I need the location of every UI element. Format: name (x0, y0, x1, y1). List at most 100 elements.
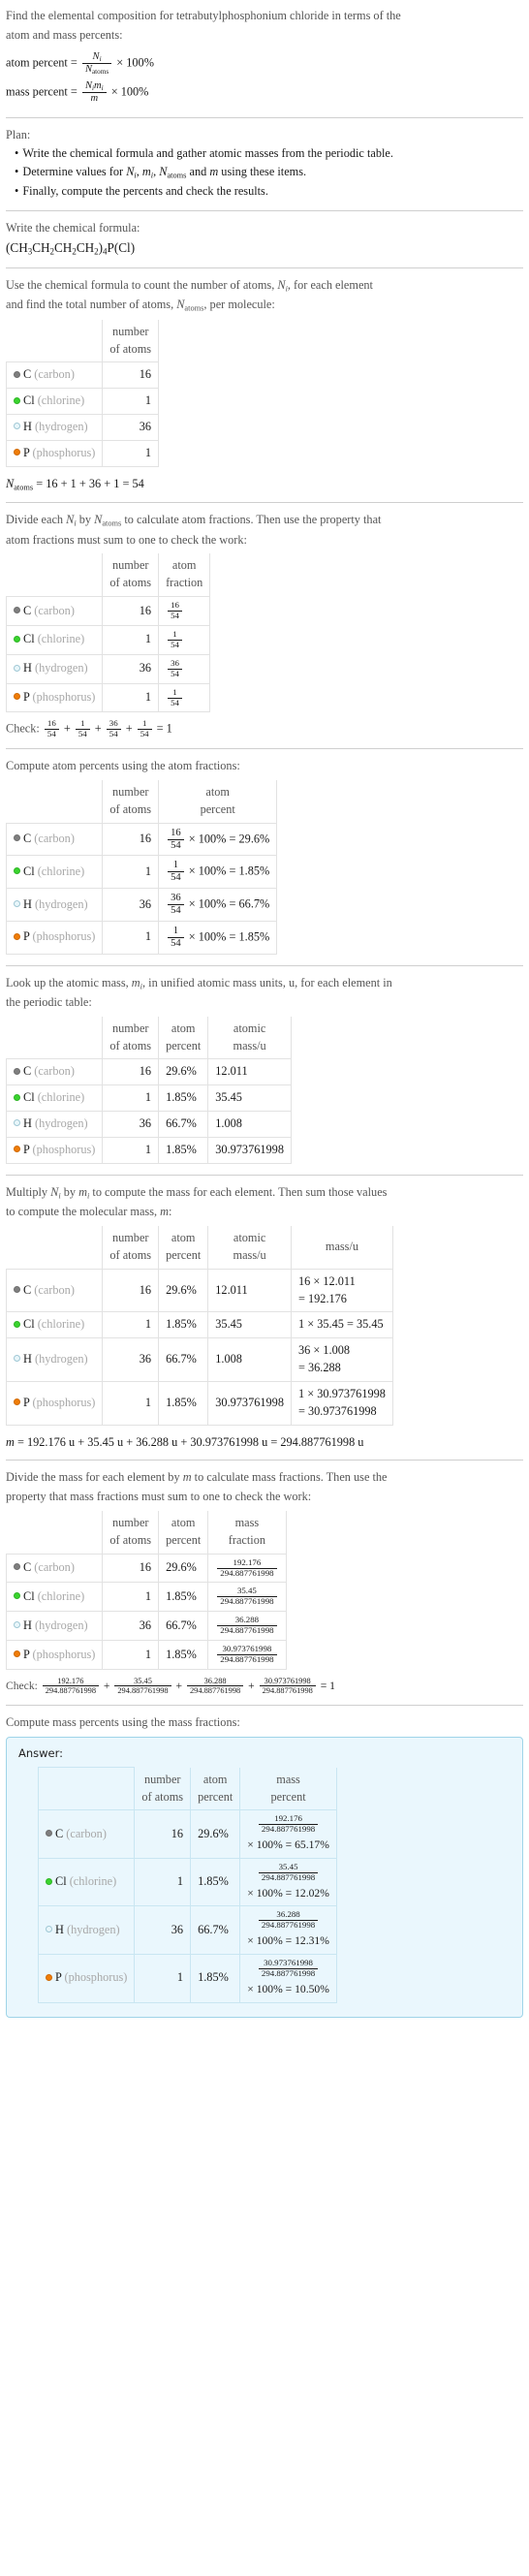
header-atom-percent: atom percent (158, 1226, 209, 1270)
total-atoms-expression: = 16 + 1 + 36 + 1 = 54 (36, 476, 144, 490)
plus-sign: + (125, 721, 133, 736)
table-row: P (phosphorus) 1 1.85% 30.973761998 (5, 1136, 292, 1164)
mass-percent-result: × 100% = 12.31% (247, 1933, 329, 1950)
element-symbol: H (23, 420, 32, 434)
hydrogen-color-dot (14, 899, 20, 907)
molecular-mass-total: m = 192.176 u + 35.45 u + 36.288 u + 30.… (6, 1434, 523, 1452)
atom-count-value: 16 (102, 361, 160, 390)
mass-percent-prompt: Compute mass percents using the mass fra… (6, 1714, 240, 1729)
table-header-row: number of atoms atom percent (6, 780, 278, 824)
atom-count-value: 1 (102, 1136, 160, 1164)
mass-percent-expression: 35.45 294.887761998 × 100% = 12.02% (239, 1857, 337, 1907)
mass-line-1: Multiply Ni by mi to compute the mass fo… (6, 1184, 523, 1202)
den: 294.887761998 (220, 1625, 274, 1636)
fraction: 1 54 (168, 629, 182, 650)
atomic-mass-value: 35.45 (207, 1084, 292, 1113)
atom-count-value: 1 (134, 1857, 192, 1907)
table-header-row: number of atoms atom percent mass fracti… (6, 1510, 287, 1555)
header-blank (6, 780, 104, 824)
atom-count-value: 1 (102, 682, 160, 713)
den: 294.887761998 (261, 1824, 316, 1835)
atom-percent-value: 66.7% (190, 1905, 241, 1956)
element-cell-hydrogen: H (hydrogen) (5, 1611, 104, 1642)
header-ap-l2: percent (166, 1247, 202, 1262)
atom-count-value: 1 (102, 388, 160, 416)
element-symbol: H (23, 1352, 32, 1367)
n-atoms-subscript: atoms (91, 67, 109, 76)
atom-count-line-2: and find the total number of atoms, Nato… (6, 297, 523, 314)
element-cell-phosphorus: P (phosphorus) (5, 1136, 104, 1164)
table-row: C (carbon) 16 16 54 (5, 596, 211, 626)
mass-fraction-line-2: property that mass fractions must sum to… (6, 1490, 312, 1504)
header-atom-percent: atom percent (190, 1767, 241, 1811)
table-header-row: number of atoms atom percent atomic mass… (6, 1226, 393, 1270)
formula-part-2: CH (54, 240, 73, 256)
den: 54 (78, 729, 87, 739)
atom-percent-value: 66.7% (158, 1111, 209, 1138)
element-cell-chlorine: Cl (chlorine) (5, 1084, 104, 1113)
atom-percent-value: 1.85% (158, 1084, 209, 1113)
atom-fraction-section: Divide each Ni by Natoms to calculate at… (5, 503, 523, 748)
plan-item-2-post: using these items. (218, 165, 307, 179)
table-row: P (phosphorus) 1 (5, 439, 160, 467)
element-cell-carbon: C (carbon) (5, 1268, 104, 1313)
check-label: Check: (6, 1680, 38, 1693)
am-mi: m (131, 975, 140, 990)
element-cell-hydrogen: H (hydrogen) (5, 653, 104, 684)
table-row: P (phosphorus) 1 1.85% 30.973761998 294.8… (5, 1640, 287, 1671)
plan-n-atoms-sub: atoms (167, 171, 187, 180)
header-atom-percent: atom percent (158, 780, 278, 824)
times-100: × 100% = (188, 896, 236, 911)
atom-fraction-value: 16 54 (158, 596, 211, 626)
plan-m-i-sub: i (150, 171, 154, 180)
mass-percent-value: 65.17% (295, 1838, 329, 1852)
mass-percent-result: × 100% = 10.50% (247, 1982, 329, 1998)
table-row: C (carbon) 16 (5, 361, 160, 390)
times-100: × 100% = (247, 1934, 293, 1948)
plan-title: Plan: (6, 127, 31, 141)
header-blank (6, 1016, 104, 1060)
header-atomic-mass: atomic mass/u (207, 1016, 292, 1060)
mp-n-symbol: N (84, 79, 92, 91)
mass-expr-left: 1 × 35.45 = 35.45 (297, 1317, 384, 1332)
element-symbol: C (23, 1560, 32, 1575)
table-row: H (hydrogen) 36 (5, 414, 160, 441)
header-number-of-atoms: number of atoms (102, 1016, 160, 1060)
check-result: = 1 (320, 1680, 335, 1693)
atom-percent-expression: 16 54 × 100% = 29.6% (158, 822, 278, 857)
element-name: (hydrogen) (34, 661, 88, 675)
plan-section: Plan: Write the chemical formula and gat… (6, 118, 523, 210)
atom-percent-table: number of atoms atom percent C (carbon) … (5, 780, 278, 955)
mp-m-sub: i (101, 83, 104, 92)
mass-expr-right: = 192.176 (297, 1291, 347, 1305)
check-term-2: 35.45 294.887761998 (114, 1677, 171, 1696)
element-cell-carbon: C (carbon) (5, 596, 104, 626)
header-atom-fraction: atom fraction (158, 553, 211, 598)
table-row: H (hydrogen) 36 66.7% 1.008 (5, 1111, 292, 1138)
plus-sign: + (248, 1680, 255, 1693)
mp-m-symbol: m (93, 79, 102, 91)
element-name: (chlorine) (37, 393, 85, 408)
element-cell-phosphorus: P (phosphorus) (5, 1640, 104, 1671)
fraction-denominator: 54 (171, 611, 179, 621)
element-cell-phosphorus: P (phosphorus) (37, 1954, 136, 2003)
atomic-mass-line-2: the periodic table: (6, 994, 92, 1009)
atom-fraction-check: Check: 16 54 + 1 54 + 36 54 + 1 54 = 1 (6, 719, 523, 739)
atomic-mass-table: number of atoms atom percent atomic mass… (5, 1016, 292, 1164)
atom-count-value: 16 (102, 822, 160, 857)
atomic-mass-value: 12.011 (207, 1268, 292, 1313)
den: 294.887761998 (220, 1596, 274, 1607)
af-natoms-sub: atoms (102, 518, 122, 528)
element-cell-hydrogen: H (hydrogen) (5, 888, 104, 922)
atom-count-value: 16 (134, 1809, 192, 1859)
carbon-color-dot (14, 834, 20, 842)
phosphorus-color-dot (46, 1973, 52, 1981)
ac-post: , for each element (287, 277, 373, 292)
atom-percent-prompt: Compute atom percents using the atom fra… (6, 759, 240, 773)
table-row: Cl (chlorine) 1 1.85% 35.45 294.887761998 (5, 1582, 287, 1613)
mass-fraction-section: Divide the mass for each element by m to… (5, 1461, 523, 1704)
ms2-post: : (169, 1205, 172, 1219)
element-name: (carbon) (66, 1826, 107, 1840)
element-symbol: P (23, 1142, 30, 1156)
ms-mid: by (60, 1184, 79, 1199)
